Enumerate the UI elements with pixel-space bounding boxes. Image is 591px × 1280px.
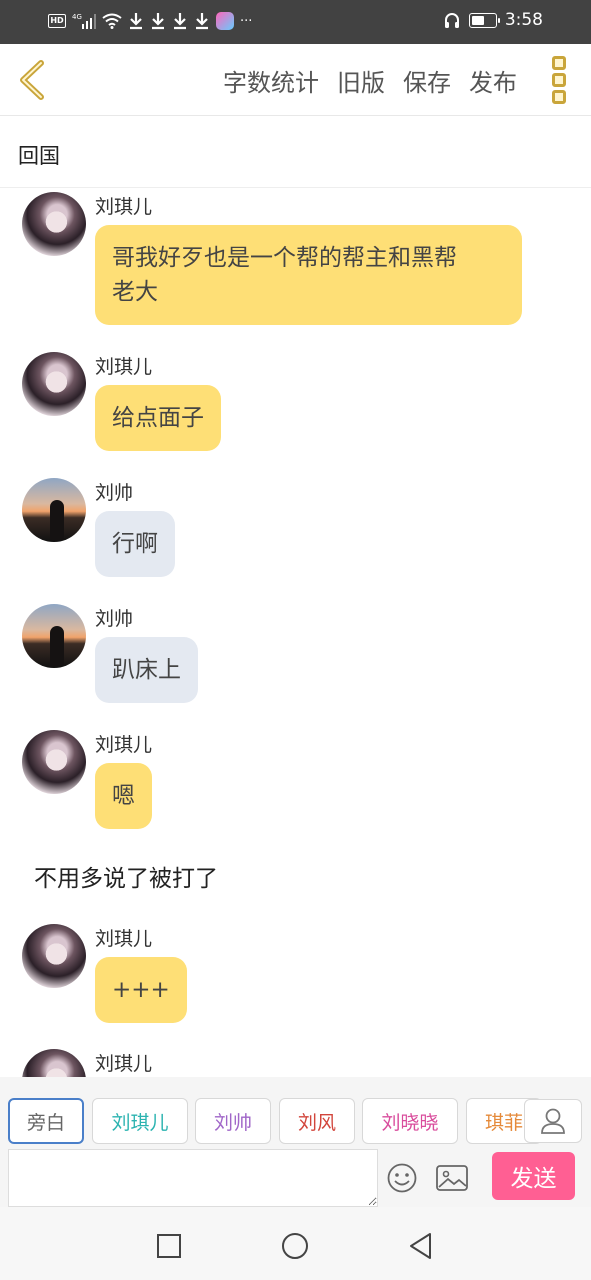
character-selector: 旁白 刘琪儿 刘帅 刘风 刘晓晓 琪菲 [0, 1077, 591, 1149]
headphones-icon [443, 10, 461, 30]
message-bubble[interactable]: 哥我好歹也是一个帮的帮主和黑帮 老大 [95, 225, 522, 325]
message-text: 趴床上 [112, 657, 181, 683]
download-icon [194, 11, 210, 31]
image-icon [436, 1165, 468, 1191]
character-chip[interactable]: 刘风 [279, 1098, 355, 1144]
sender-name: 刘琪儿 [95, 734, 153, 756]
emoji-button[interactable] [386, 1162, 418, 1194]
character-name: 旁白 [26, 1111, 65, 1134]
old-version-button[interactable]: 旧版 [337, 63, 385, 98]
chevron-left-icon [20, 60, 44, 100]
chapter-title: 回国 [18, 144, 60, 168]
female-avatar [22, 1049, 86, 1077]
system-back-button[interactable] [406, 1231, 436, 1261]
manage-characters-button[interactable] [524, 1099, 582, 1143]
message-bubble[interactable]: 趴床上 [95, 637, 198, 703]
status-icons-left: HD 4G ··· [48, 11, 252, 31]
top-app-bar: 字数统计 旧版 保存 发布 [0, 44, 591, 116]
character-chip-narrator[interactable]: 旁白 [8, 1098, 84, 1144]
status-time: 3:58 [504, 10, 543, 30]
chapter-title-bar[interactable]: 回国 [0, 116, 591, 188]
male-avatar [22, 478, 86, 542]
signal-4g-icon: 4G [72, 11, 96, 31]
send-label: 发送 [510, 1166, 557, 1192]
message-text-line: 哥我好歹也是一个帮的帮主和黑帮 [112, 245, 457, 271]
female-avatar [22, 924, 86, 988]
more-menu-button[interactable] [547, 56, 571, 104]
menu-dot-icon [552, 73, 566, 87]
menu-dot-icon [552, 90, 566, 104]
save-button[interactable]: 保存 [403, 63, 451, 98]
character-name: 刘琪儿 [111, 1111, 169, 1134]
message-text: 嗯 [112, 783, 135, 809]
character-chip[interactable]: 刘帅 [195, 1098, 271, 1144]
hd-icon: HD [48, 11, 66, 31]
home-button[interactable] [280, 1231, 310, 1261]
message-bubble[interactable]: +++ [95, 957, 187, 1023]
character-name: 刘晓晓 [381, 1111, 439, 1134]
message-text: 行啊 [112, 531, 158, 557]
character-name: 刘风 [297, 1111, 336, 1134]
chat-list[interactable]: 刘琪儿 哥我好歹也是一个帮的帮主和黑帮 老大 刘琪儿 给点面子 刘帅 行啊 刘帅… [0, 189, 591, 1077]
sender-name: 刘琪儿 [95, 1053, 153, 1075]
sender-name: 刘帅 [95, 482, 134, 504]
app-icon [216, 11, 234, 31]
word-count-button[interactable]: 字数统计 [223, 63, 319, 98]
message-bubble[interactable]: 行啊 [95, 511, 175, 577]
toolbar-actions: 字数统计 旧版 保存 发布 [223, 44, 517, 116]
character-chip[interactable]: 刘晓晓 [362, 1098, 458, 1144]
sender-name: 刘琪儿 [95, 196, 153, 218]
message-input[interactable] [8, 1149, 378, 1207]
message-text: +++ [112, 977, 170, 1003]
sender-name: 刘琪儿 [95, 928, 153, 950]
emoji-icon [387, 1163, 417, 1193]
circle-icon [282, 1233, 308, 1259]
character-name: 刘帅 [213, 1111, 252, 1134]
message-bubble[interactable]: 给点面子 [95, 385, 221, 451]
publish-button[interactable]: 发布 [469, 63, 517, 98]
battery-icon [468, 12, 500, 28]
triangle-back-icon [410, 1233, 431, 1259]
message-text-line: 老大 [112, 279, 158, 305]
message-text: 给点面子 [112, 405, 204, 431]
menu-dot-icon [552, 56, 566, 70]
more-icon: ··· [240, 13, 253, 29]
female-avatar [22, 192, 86, 256]
character-name: 琪菲 [484, 1111, 523, 1134]
back-button[interactable] [12, 58, 52, 102]
person-icon [541, 1108, 565, 1134]
square-icon [157, 1234, 181, 1258]
character-chip[interactable]: 刘琪儿 [92, 1098, 188, 1144]
system-nav-bar [0, 1207, 591, 1280]
image-button[interactable] [435, 1163, 469, 1193]
message-bubble[interactable]: 嗯 [95, 763, 152, 829]
status-icons-right: 3:58 [443, 10, 543, 30]
wifi-icon [102, 11, 122, 31]
svg-text:4G: 4G [72, 13, 82, 21]
download-icon [150, 11, 166, 31]
download-icon [172, 11, 188, 31]
female-avatar [22, 352, 86, 416]
send-button[interactable]: 发送 [492, 1152, 575, 1200]
sender-name: 刘帅 [95, 608, 134, 630]
narration-text[interactable]: 不用多说了被打了 [34, 859, 218, 893]
male-avatar [22, 604, 86, 668]
recent-apps-button[interactable] [154, 1231, 184, 1261]
download-icon [128, 11, 144, 31]
female-avatar [22, 730, 86, 794]
sender-name: 刘琪儿 [95, 356, 153, 378]
composer: 发送 [0, 1149, 591, 1207]
status-bar: HD 4G ··· 3:58 [0, 0, 591, 44]
